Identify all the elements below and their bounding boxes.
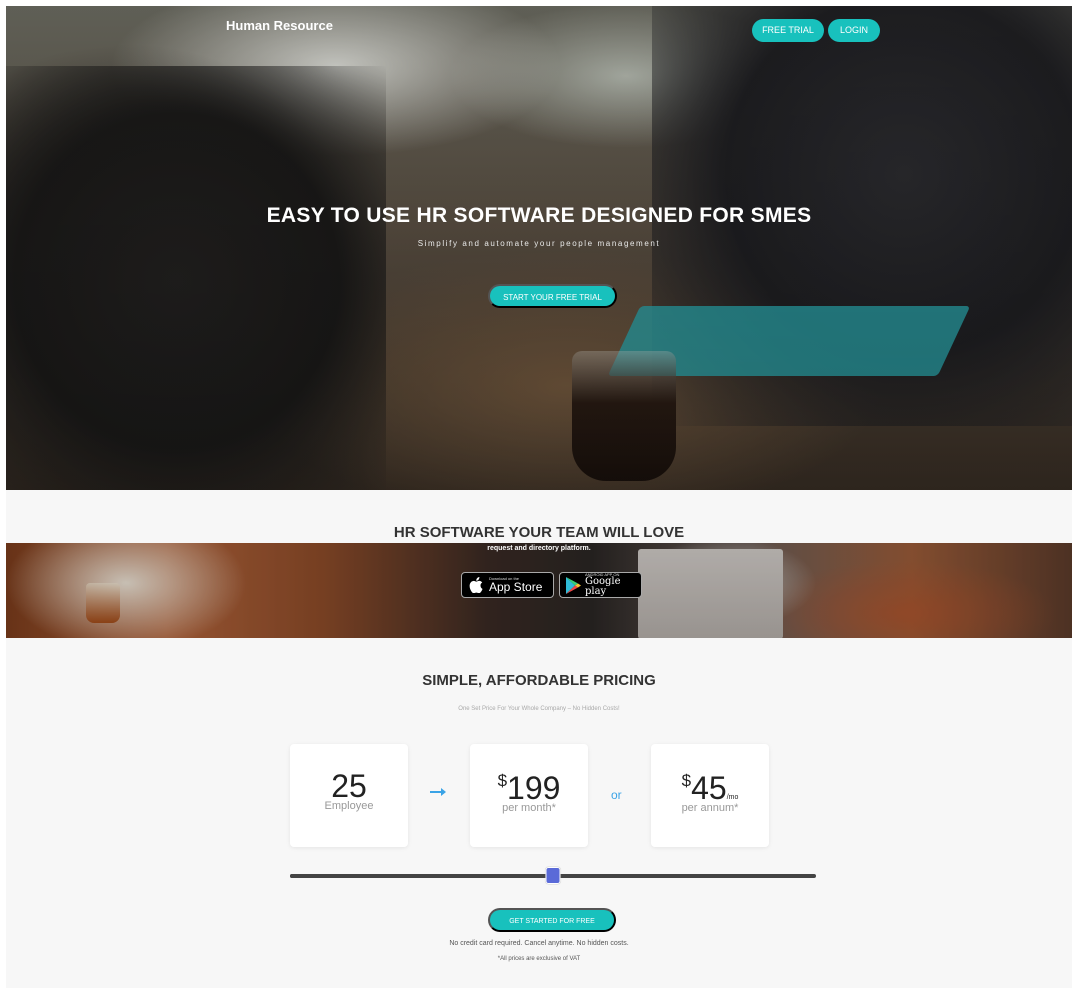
hero-title: EASY TO USE HR SOFTWARE DESIGNED FOR SME… (266, 204, 812, 227)
landing-page: Human Resource FREE TRIAL LOGIN EASY TO … (0, 0, 1078, 988)
get-started-button[interactable]: GET STARTED FOR FREE (488, 908, 616, 932)
hero-subtitle: Simplify and automate your people manage… (417, 239, 661, 248)
pricing-subtitle: One Set Price For Your Whole Company – N… (458, 706, 620, 712)
monthly-currency: $ (497, 771, 508, 790)
hero-section: Human Resource FREE TRIAL LOGIN EASY TO … (6, 6, 1072, 490)
annual-price-suffix: /mo (726, 794, 739, 801)
apple-icon (467, 576, 485, 594)
google-play-icon (565, 576, 581, 594)
monthly-price-card: $199 per month* (470, 744, 588, 847)
arrow-right-icon (430, 788, 446, 796)
hero-overlay (6, 6, 1072, 490)
employee-slider[interactable] (290, 867, 816, 884)
or-label: or (611, 788, 622, 802)
team-banner: request and directory platform. Download… (6, 543, 1072, 638)
slider-thumb[interactable] (545, 867, 561, 884)
start-free-trial-button[interactable]: START YOUR FREE TRIAL (488, 284, 617, 308)
annual-currency: $ (681, 771, 692, 790)
pricing-note: No credit card required. Cancel anytime.… (449, 940, 629, 947)
login-button[interactable]: LOGIN (828, 19, 880, 42)
google-play-badge[interactable]: ANDROID APP ON Google play (559, 572, 642, 598)
free-trial-button[interactable]: FREE TRIAL (752, 19, 824, 42)
team-section-title: HR SOFTWARE YOUR TEAM WILL LOVE (393, 524, 685, 541)
monthly-price-value: 199 (507, 770, 561, 806)
annual-price-value: 45 (691, 770, 727, 806)
annual-price-label: per annum* (681, 802, 739, 814)
employee-count-label: Employee (324, 800, 374, 812)
brand-logo[interactable]: Human Resource (226, 18, 333, 33)
annual-price-card: $45/mo per annum* (651, 744, 769, 847)
employee-count-value: 25 (331, 768, 367, 804)
pricing-section: SIMPLE, AFFORDABLE PRICING One Set Price… (6, 638, 1072, 988)
employee-count-card: 25 Employee (290, 744, 408, 847)
pricing-title: SIMPLE, AFFORDABLE PRICING (422, 672, 656, 689)
vat-note: *All prices are exclusive of VAT (497, 956, 581, 962)
monthly-price-label: per month* (502, 802, 556, 814)
google-play-label: Google play (585, 576, 621, 597)
app-store-label: App Store (489, 580, 543, 594)
app-store-badge[interactable]: Download on the App Store (461, 572, 554, 598)
team-section: HR SOFTWARE YOUR TEAM WILL LOVE request … (6, 490, 1072, 638)
monthly-price: $199 (470, 770, 588, 806)
slider-fill (290, 874, 553, 878)
banner-text: request and directory platform. (487, 545, 591, 552)
